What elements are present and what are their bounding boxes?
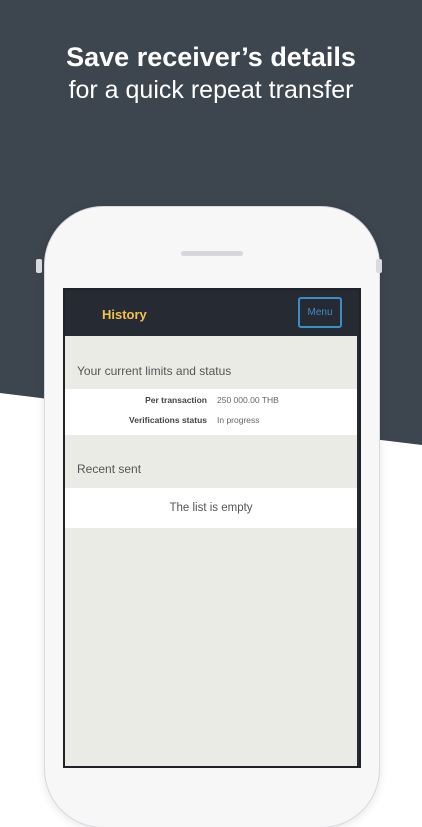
- limit-label: Verifications status: [129, 415, 207, 425]
- limits-section-title: Your current limits and status: [77, 364, 232, 378]
- phone-speaker: [181, 251, 243, 256]
- app-header: History Menu: [65, 290, 359, 336]
- recent-empty-state: The list is empty: [65, 488, 357, 528]
- promo-headline: Save receiver’s details: [66, 42, 356, 72]
- phone-mockup: History Menu Your current limits and sta…: [36, 207, 382, 827]
- phone-side-button: [376, 259, 382, 273]
- limit-label: Per transaction: [145, 395, 207, 405]
- promo-subheadline: for a quick repeat transfer: [68, 76, 354, 104]
- limits-card: Per transaction 250 000.00 THB Verificat…: [65, 389, 357, 435]
- phone-side-button: [36, 259, 42, 273]
- app-screen: History Menu Your current limits and sta…: [63, 288, 361, 768]
- history-content: Your current limits and status Per trans…: [65, 336, 357, 766]
- limit-row-per-transaction: Per transaction 250 000.00 THB: [65, 395, 357, 411]
- screen-edge: [357, 290, 359, 766]
- limit-value: 250 000.00 THB: [217, 395, 279, 405]
- recent-section-title: Recent sent: [77, 462, 142, 476]
- promo-headline-block: Save receiver’s details for a quick repe…: [0, 40, 422, 107]
- menu-button[interactable]: Menu: [298, 297, 342, 328]
- limit-value: In progress: [217, 415, 260, 425]
- limit-row-verification-status: Verifications status In progress: [65, 415, 357, 431]
- page-title: History: [102, 307, 147, 322]
